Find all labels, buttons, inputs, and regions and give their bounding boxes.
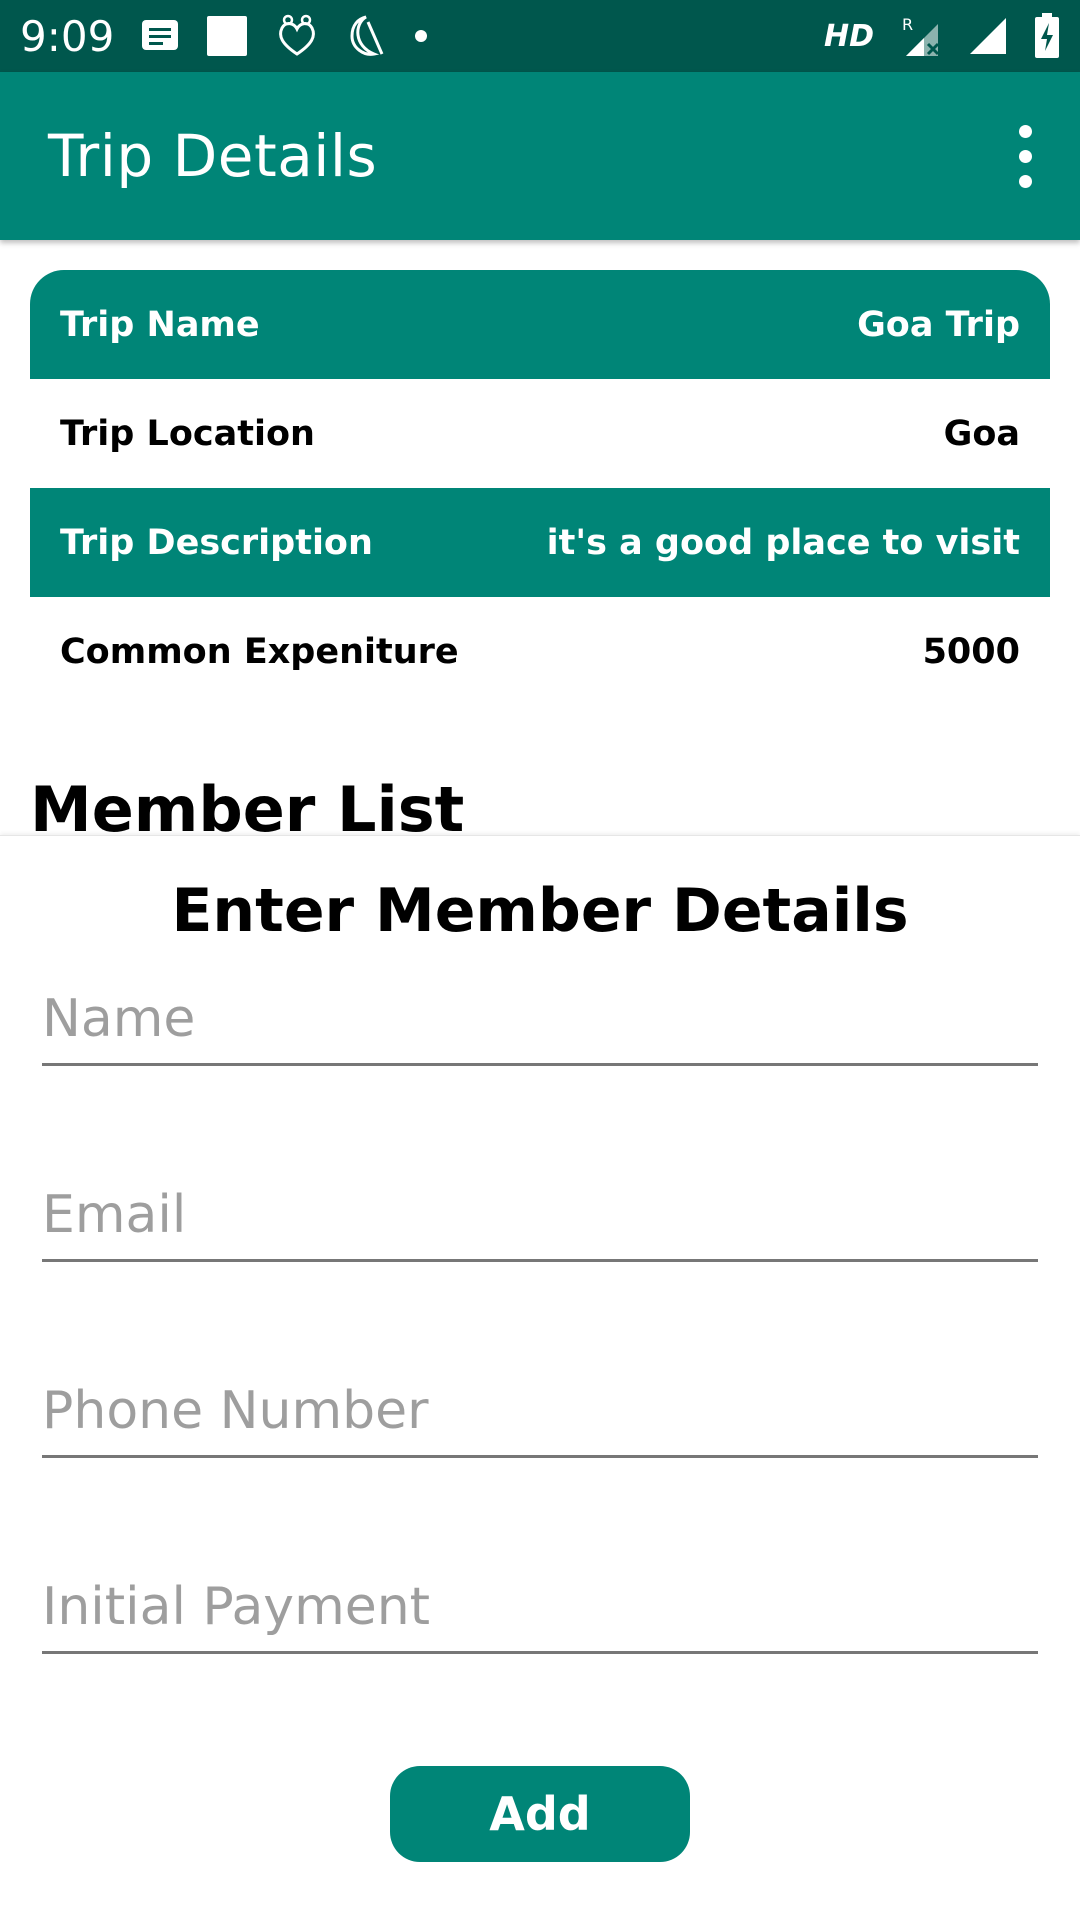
name-input[interactable] — [42, 986, 1038, 1066]
trip-name-row: Trip Name Goa Trip — [30, 270, 1050, 379]
member-list-title: Member List — [30, 774, 465, 834]
menu-dot — [1019, 174, 1032, 188]
status-time: 9:09 — [20, 11, 115, 61]
page-title: Trip Details — [48, 122, 378, 190]
common-expenditure-value: 5000 — [922, 631, 1020, 672]
member-details-sheet: Enter Member Details Add — [0, 835, 1080, 1920]
trip-location-label: Trip Location — [60, 413, 315, 454]
overflow-menu-icon[interactable] — [1011, 117, 1040, 196]
signal-roaming-icon: R — [900, 14, 942, 58]
initial-payment-input[interactable] — [42, 1574, 1038, 1654]
square-notification-icon — [206, 15, 248, 57]
phone-number-input[interactable] — [42, 1378, 1038, 1458]
roaming-label: R — [902, 15, 913, 34]
signal-icon — [968, 16, 1008, 56]
add-button[interactable]: Add — [390, 1766, 690, 1862]
trip-location-row: Trip Location Goa — [30, 379, 1050, 488]
moon-icon — [346, 14, 388, 58]
menu-dot — [1019, 124, 1032, 138]
common-expenditure-row: Common Expeniture 5000 — [30, 597, 1050, 706]
trip-name-value: Goa Trip — [857, 304, 1020, 345]
menu-dot — [1019, 149, 1032, 163]
trip-name-label: Trip Name — [60, 304, 260, 345]
trip-description-row: Trip Description it's a good place to vi… — [30, 488, 1050, 597]
hearts-icon — [274, 14, 320, 58]
email-input[interactable] — [42, 1182, 1038, 1262]
hd-label: HD — [823, 18, 874, 54]
trip-description-value: it's a good place to visit — [546, 522, 1020, 563]
trip-details-table: Trip Name Goa Trip Trip Location Goa Tri… — [30, 270, 1050, 706]
message-icon — [140, 18, 180, 54]
battery-charging-icon — [1034, 13, 1060, 59]
app-bar: Trip Details — [0, 72, 1080, 240]
common-expenditure-label: Common Expeniture — [60, 631, 459, 672]
sheet-title: Enter Member Details — [171, 876, 909, 946]
trip-description-label: Trip Description — [60, 522, 373, 563]
trip-location-value: Goa — [943, 413, 1020, 454]
status-bar: 9:09 HD R — [0, 0, 1080, 72]
dot-icon — [414, 29, 428, 43]
